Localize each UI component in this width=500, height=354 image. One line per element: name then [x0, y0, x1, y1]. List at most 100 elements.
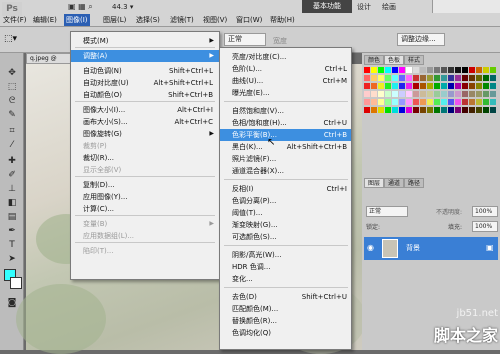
adjust-menu-item[interactable]: 曝光度(E)...	[220, 87, 351, 99]
menu-file[interactable]: 文件(F)	[3, 14, 27, 26]
adjust-menu-item[interactable]: 曲线(U)... Ctrl+M	[220, 75, 351, 87]
type-tool-icon[interactable]: T	[4, 239, 20, 252]
color-swatch[interactable]	[490, 107, 496, 113]
visibility-eye-icon[interactable]: ◉	[367, 243, 374, 252]
color-swatch[interactable]	[434, 99, 440, 105]
color-swatch[interactable]	[483, 91, 489, 97]
color-swatch[interactable]	[490, 83, 496, 89]
color-swatch[interactable]	[448, 75, 454, 81]
adjust-menu-item[interactable]: 自然饱和度(V)...	[220, 105, 351, 117]
color-swatch[interactable]	[427, 91, 433, 97]
path-select-icon[interactable]: ➤	[4, 253, 20, 266]
menu-help[interactable]: 帮助(H)	[270, 14, 295, 26]
refine-edge-button[interactable]: 调整边缘...	[397, 33, 445, 46]
color-swatch[interactable]	[469, 83, 475, 89]
color-swatch[interactable]	[462, 99, 468, 105]
menu-select[interactable]: 选择(S)	[136, 14, 160, 26]
color-swatch[interactable]	[434, 83, 440, 89]
image-menu-item[interactable]: 显示全部(V)	[71, 164, 219, 176]
color-swatch[interactable]	[364, 91, 370, 97]
blend-mode-select[interactable]: 正常	[366, 206, 408, 217]
image-menu-item[interactable]: 陷印(T)...	[71, 245, 219, 257]
color-swatch[interactable]	[490, 75, 496, 81]
marquee-tool-icon[interactable]: ⬚	[4, 81, 20, 94]
image-menu-item[interactable]: 调整(A) ▶	[71, 50, 219, 62]
tab-paths[interactable]: 路径	[404, 178, 425, 188]
color-swatch[interactable]	[406, 91, 412, 97]
color-swatch[interactable]	[455, 83, 461, 89]
color-swatch[interactable]	[441, 83, 447, 89]
color-swatch[interactable]	[483, 83, 489, 89]
lasso-tool-icon[interactable]: ᘓ	[4, 95, 20, 108]
adjust-menu-item[interactable]: 变化...	[220, 273, 351, 285]
image-menu-item[interactable]: 图像大小(I)... Alt+Ctrl+I	[71, 104, 219, 116]
color-swatch[interactable]	[420, 107, 426, 113]
adjust-menu-item[interactable]: 色调均化(Q)	[220, 327, 351, 339]
color-swatch[interactable]	[378, 83, 384, 89]
image-menu-item[interactable]: 应用图像(Y)...	[71, 191, 219, 203]
color-swatch[interactable]	[371, 67, 377, 73]
color-swatch[interactable]	[392, 67, 398, 73]
image-menu-item[interactable]: 变量(B) ▶	[71, 218, 219, 230]
color-swatch[interactable]	[406, 99, 412, 105]
color-swatch[interactable]	[441, 67, 447, 73]
color-swatch[interactable]	[441, 91, 447, 97]
adjust-menu-item[interactable]: 替换颜色(R)...	[220, 315, 351, 327]
color-swatch[interactable]	[427, 67, 433, 73]
eyedropper-icon[interactable]: ⁄	[4, 139, 20, 152]
quick-select-icon[interactable]: ✎	[4, 109, 20, 122]
image-menu-item[interactable]: 裁剪(P)	[71, 140, 219, 152]
color-swatch[interactable]	[364, 107, 370, 113]
color-swatch[interactable]	[406, 67, 412, 73]
color-swatch[interactable]	[483, 99, 489, 105]
color-swatch[interactable]	[455, 99, 461, 105]
color-swatch[interactable]	[364, 67, 370, 73]
color-swatch[interactable]	[371, 83, 377, 89]
image-menu-item[interactable]: 图像旋转(G) ▶	[71, 128, 219, 140]
image-menu-item[interactable]: 画布大小(S)... Alt+Ctrl+C	[71, 116, 219, 128]
color-swatch[interactable]	[392, 107, 398, 113]
color-swatch[interactable]	[462, 107, 468, 113]
color-swatch[interactable]	[462, 91, 468, 97]
background-color-swatch[interactable]	[10, 277, 22, 289]
clone-stamp-icon[interactable]: ⊥	[4, 183, 20, 196]
color-swatch[interactable]	[385, 99, 391, 105]
color-swatch[interactable]	[420, 67, 426, 73]
color-swatch[interactable]	[462, 83, 468, 89]
adjust-menu-item[interactable]: 可选颜色(S)...	[220, 231, 351, 243]
image-menu-item[interactable]: 裁切(R)...	[71, 152, 219, 164]
color-swatch[interactable]	[406, 83, 412, 89]
color-swatch[interactable]	[399, 75, 405, 81]
color-swatch[interactable]	[399, 67, 405, 73]
color-swatch[interactable]	[448, 67, 454, 73]
color-swatch[interactable]	[448, 83, 454, 89]
color-swatch[interactable]	[476, 107, 482, 113]
color-swatch[interactable]	[364, 83, 370, 89]
top-tool-icons[interactable]: ▣ ▦ ⌕	[68, 2, 93, 12]
adjust-menu-item[interactable]: 色相/饱和度(H)... Ctrl+U	[220, 117, 351, 129]
color-swatch[interactable]	[455, 67, 461, 73]
image-menu-item[interactable]: 模式(M) ▶	[71, 35, 219, 47]
color-swatch[interactable]	[420, 83, 426, 89]
color-swatch[interactable]	[448, 107, 454, 113]
swatches-grid[interactable]	[364, 67, 498, 123]
crop-tool-icon[interactable]: ⌗	[4, 125, 20, 138]
color-swatch[interactable]	[441, 107, 447, 113]
image-menu-item[interactable]: 自动对比度(U) Alt+Shift+Ctrl+L	[71, 77, 219, 89]
image-menu-item[interactable]: 自动颜色(O) Shift+Ctrl+B	[71, 89, 219, 101]
color-swatch[interactable]	[392, 83, 398, 89]
color-swatch[interactable]	[476, 99, 482, 105]
tab-styles[interactable]: 样式	[404, 55, 425, 65]
color-swatch[interactable]	[462, 67, 468, 73]
tab-channels[interactable]: 通道	[384, 178, 405, 188]
color-swatch[interactable]	[476, 67, 482, 73]
adjust-menu-item[interactable]: 匹配颜色(M)...	[220, 303, 351, 315]
adjust-menu-item[interactable]: 去色(D) Shift+Ctrl+U	[220, 291, 351, 303]
color-swatch[interactable]	[469, 107, 475, 113]
color-swatch[interactable]	[392, 99, 398, 105]
color-swatch[interactable]	[385, 75, 391, 81]
color-swatch[interactable]	[469, 91, 475, 97]
adjust-menu-item[interactable]: 照片滤镜(F)...	[220, 153, 351, 165]
color-swatch[interactable]	[413, 99, 419, 105]
color-swatch[interactable]	[399, 83, 405, 89]
